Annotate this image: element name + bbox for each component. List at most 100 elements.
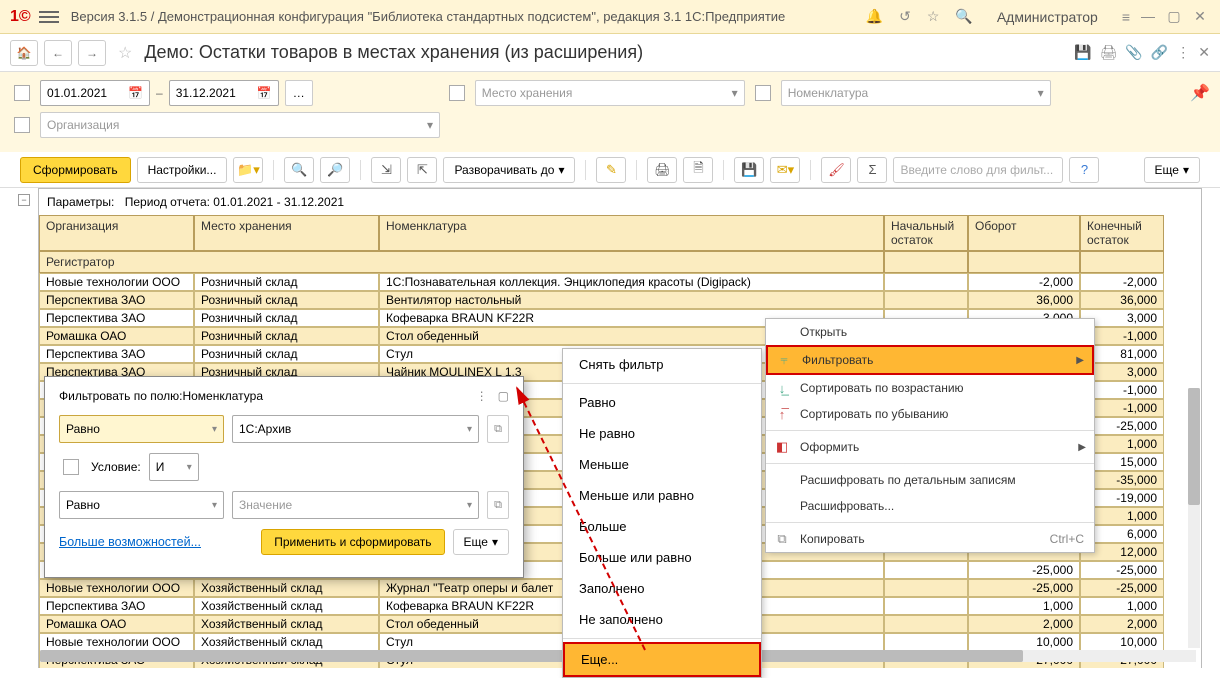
home-button[interactable]: 🏠 [10, 40, 38, 66]
cell-storage[interactable]: Розничный склад [194, 309, 379, 327]
print-icon[interactable]: 🖨 [647, 157, 677, 183]
cell-nomen[interactable]: 1С:Познавательная коллекция. Энциклопеди… [379, 273, 884, 291]
brush-icon[interactable]: 🖌 [821, 157, 851, 183]
popup-op1-select[interactable]: Равно▾ [59, 415, 224, 443]
minimize-icon[interactable]: — [1138, 8, 1158, 25]
cell-org[interactable]: Новые технологии ООО [39, 579, 194, 597]
vertical-scrollbar[interactable] [1188, 388, 1200, 648]
calendar-icon[interactable]: 📅 [128, 86, 143, 100]
cell-org[interactable]: Ромашка ОАО [39, 615, 194, 633]
cell-org[interactable]: Новые технологии ООО [39, 633, 194, 651]
cell-org[interactable]: Перспектива ЗАО [39, 291, 194, 309]
menu-burger[interactable] [39, 7, 59, 27]
cell-end[interactable]: 10,000 [1080, 633, 1164, 651]
cell-start[interactable] [884, 579, 968, 597]
more-vert-icon[interactable]: ⋮ [476, 389, 488, 403]
expand-all-icon[interactable]: ⇲ [371, 157, 401, 183]
cell-turn[interactable]: 2,000 [968, 615, 1080, 633]
nomen-checkbox[interactable] [755, 85, 771, 101]
cell-end[interactable]: -25,000 [1080, 579, 1164, 597]
cell-org[interactable]: Перспектива ЗАО [39, 597, 194, 615]
org-checkbox[interactable] [14, 117, 30, 133]
org-filter[interactable]: Организация ▾ [40, 112, 440, 138]
cell-start[interactable] [884, 597, 968, 615]
cell-end[interactable]: -2,000 [1080, 273, 1164, 291]
more-vert-icon[interactable]: ⋮ [1176, 44, 1190, 61]
dropdown-icon[interactable]: ▾ [732, 86, 738, 100]
cell-end[interactable]: 36,000 [1080, 291, 1164, 309]
dropdown-icon[interactable]: ▾ [1038, 86, 1044, 100]
ctx-drill[interactable]: Расшифровать... [766, 493, 1094, 519]
collapse-handle[interactable]: − [18, 194, 30, 206]
cell-turn[interactable]: -25,000 [968, 579, 1080, 597]
storage-checkbox[interactable] [449, 85, 465, 101]
cell-nomen[interactable]: Вентилятор настольный [379, 291, 884, 309]
ctx-filter[interactable]: ⫧ Фильтровать ▶ [768, 347, 1092, 373]
sum-icon[interactable]: Σ [857, 157, 887, 183]
clip-icon[interactable]: 📎 [1125, 44, 1142, 61]
popup-cond-select[interactable]: И▾ [149, 453, 199, 481]
form-button[interactable]: Сформировать [20, 157, 131, 183]
close-tab-icon[interactable]: ✕ [1198, 44, 1210, 61]
maximize-icon[interactable]: ▢ [498, 389, 509, 403]
ctx-sort-desc[interactable]: ↑̅ Сортировать по убыванию [766, 401, 1094, 427]
cell-start[interactable] [884, 273, 968, 291]
col-org[interactable]: Организация [39, 215, 194, 251]
edit-icon[interactable]: ✎ [596, 157, 626, 183]
save-report-icon[interactable]: 💾 [734, 157, 764, 183]
cell-storage[interactable]: Розничный склад [194, 273, 379, 291]
link-icon[interactable]: 🔗 [1151, 44, 1168, 61]
ctx-copy[interactable]: ⧉ Копировать Ctrl+C [766, 526, 1094, 552]
popup-val2-expand[interactable]: ⧉ [487, 491, 509, 519]
storage-filter[interactable]: Место хранения ▾ [475, 80, 745, 106]
cell-turn[interactable]: 10,000 [968, 633, 1080, 651]
cell-start[interactable] [884, 633, 968, 651]
ctx-format[interactable]: ◧ Оформить ▶ [766, 434, 1094, 460]
date-to-field[interactable]: 31.12.2021 📅 [169, 80, 279, 106]
cell-end[interactable]: 2,000 [1080, 615, 1164, 633]
col-nomen[interactable]: Номенклатура [379, 215, 884, 251]
cell-storage[interactable]: Розничный склад [194, 345, 379, 363]
cell-org[interactable]: Ромашка ОАО [39, 327, 194, 345]
bell-icon[interactable]: 🔔 [866, 8, 883, 25]
popup-val1-expand[interactable]: ⧉ [487, 415, 509, 443]
find-next-icon[interactable]: 🔎 [320, 157, 350, 183]
ctx-drill-detail[interactable]: Расшифровать по детальным записям [766, 467, 1094, 493]
user-name[interactable]: Администратор [997, 9, 1098, 25]
popup-val1-select[interactable]: 1С:Архив▾ [232, 415, 479, 443]
cell-end[interactable]: -25,000 [1080, 561, 1164, 579]
col-storage[interactable]: Место хранения [194, 215, 379, 251]
cell-turn[interactable]: 36,000 [968, 291, 1080, 309]
popup-op2-select[interactable]: Равно▾ [59, 491, 224, 519]
cell-start[interactable] [884, 561, 968, 579]
cell-storage[interactable]: Хозяйственный склад [194, 579, 379, 597]
sub-empty[interactable]: Не заполнено [563, 604, 761, 635]
sub-greater[interactable]: Больше [563, 511, 761, 542]
popup-val2-select[interactable]: Значение▾ [232, 491, 479, 519]
close-icon[interactable]: ✕ [1190, 8, 1210, 25]
col-registrar[interactable]: Регистратор [39, 251, 884, 273]
col-end[interactable]: Конечный остаток [1080, 215, 1164, 251]
variants-icon[interactable]: 📁▾ [233, 157, 263, 183]
ctx-sort-asc[interactable]: ↓̲ Сортировать по возрастанию [766, 375, 1094, 401]
favorite-icon[interactable]: ☆ [118, 43, 132, 63]
maximize-icon[interactable]: ▢ [1164, 8, 1184, 25]
cell-end[interactable]: 1,000 [1080, 597, 1164, 615]
collapse-all-icon[interactable]: ⇱ [407, 157, 437, 183]
calendar-icon[interactable]: 📅 [257, 86, 272, 100]
cell-storage[interactable]: Хозяйственный склад [194, 615, 379, 633]
popup-cond-checkbox[interactable] [63, 459, 79, 475]
cell-turn[interactable]: 1,000 [968, 597, 1080, 615]
col-turnover[interactable]: Оборот [968, 215, 1080, 251]
back-button[interactable]: ← [44, 40, 72, 66]
cell-start[interactable] [884, 615, 968, 633]
sub-clear-filter[interactable]: Снять фильтр [563, 349, 761, 380]
sub-not-equals[interactable]: Не равно [563, 418, 761, 449]
save-icon[interactable]: 💾 [1074, 44, 1091, 61]
cell-org[interactable]: Перспектива ЗАО [39, 309, 194, 327]
toolbar-more-button[interactable]: Еще ▾ [1144, 157, 1200, 183]
search-icon[interactable]: 🔍 [955, 8, 972, 25]
cell-turn[interactable]: -2,000 [968, 273, 1080, 291]
popup-more-link[interactable]: Больше возможностей... [59, 535, 201, 549]
sub-equals[interactable]: Равно [563, 387, 761, 418]
